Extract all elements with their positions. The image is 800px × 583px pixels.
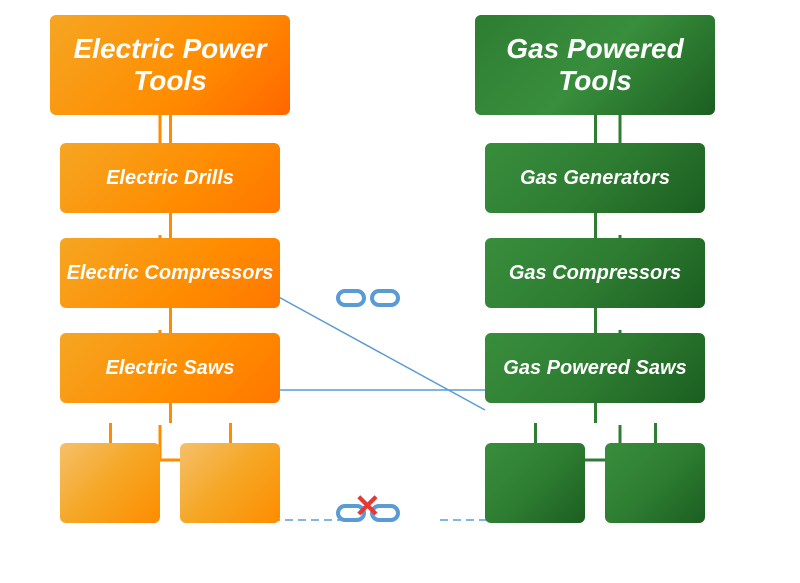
electric-saws-box: Electric Saws (60, 333, 280, 403)
broken-chain-container: ✕ (336, 498, 400, 536)
electric-power-tools-box: Electric Power Tools (50, 15, 290, 115)
electric-compressors-label: Electric Compressors (67, 262, 274, 285)
left-leaf-1-connector (109, 423, 112, 443)
right-leaf-2-col (605, 423, 705, 523)
electric-compressors-box: Electric Compressors (60, 238, 280, 308)
right-leaf-1-col (485, 423, 585, 523)
left-leaf-2-col (180, 423, 280, 523)
chain-icon-middle (336, 283, 400, 313)
gas-powered-tools-label: Gas Powered Tools (475, 33, 715, 97)
electric-drills-label: Electric Drills (106, 167, 234, 190)
left-leaf-2 (180, 443, 280, 523)
left-connector-4 (169, 403, 172, 423)
diagram: Electric Power Tools Electric Drills Ele… (0, 0, 800, 583)
right-leaf-1 (485, 443, 585, 523)
left-connector-2 (169, 213, 172, 238)
right-leaves (485, 423, 705, 523)
x-mark: ✕ (354, 490, 381, 522)
left-leaf-1-col (60, 423, 160, 523)
chain-svg-middle (336, 283, 400, 313)
right-connector-4 (594, 403, 597, 423)
electric-saws-label: Electric Saws (106, 357, 235, 380)
right-connector-2 (594, 213, 597, 238)
gas-compressors-label: Gas Compressors (509, 262, 681, 285)
left-leaves (60, 423, 280, 523)
left-leaf-1 (60, 443, 160, 523)
gas-powered-tools-box: Gas Powered Tools (475, 15, 715, 115)
gas-generators-label: Gas Generators (520, 167, 670, 190)
gas-compressors-box: Gas Compressors (485, 238, 705, 308)
left-connector-1 (169, 115, 172, 143)
right-leaf-2-connector (654, 423, 657, 443)
gas-powered-saws-label: Gas Powered Saws (503, 357, 686, 380)
right-leaf-2 (605, 443, 705, 523)
chain-icon-bottom: ✕ (336, 498, 400, 536)
right-connector-3 (594, 308, 597, 333)
electric-drills-box: Electric Drills (60, 143, 280, 213)
left-connector-3 (169, 308, 172, 333)
gas-generators-box: Gas Generators (485, 143, 705, 213)
right-connector-1 (594, 115, 597, 143)
gas-powered-saws-box: Gas Powered Saws (485, 333, 705, 403)
left-tree: Electric Power Tools Electric Drills Ele… (50, 15, 290, 523)
electric-power-tools-label: Electric Power Tools (50, 33, 290, 97)
left-leaf-2-connector (229, 423, 232, 443)
right-leaf-1-connector (534, 423, 537, 443)
right-tree: Gas Powered Tools Gas Generators Gas Com… (475, 15, 715, 523)
